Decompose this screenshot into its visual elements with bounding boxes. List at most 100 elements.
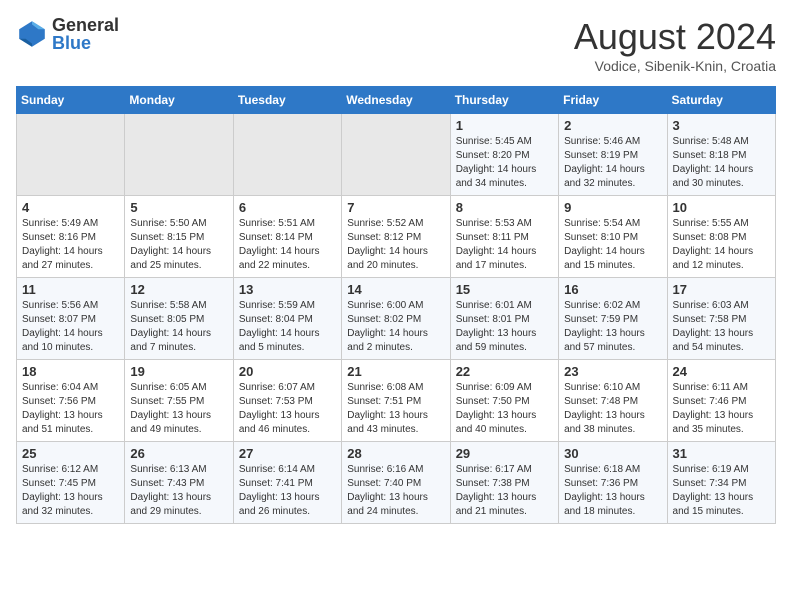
- calendar-week-row: 18Sunrise: 6:04 AMSunset: 7:56 PMDayligh…: [17, 360, 776, 442]
- calendar-week-row: 25Sunrise: 6:12 AMSunset: 7:45 PMDayligh…: [17, 442, 776, 524]
- calendar-cell: 4Sunrise: 5:49 AMSunset: 8:16 PMDaylight…: [17, 196, 125, 278]
- cell-text: and 21 minutes.: [456, 505, 553, 519]
- cell-text: and 49 minutes.: [130, 423, 227, 437]
- day-number: 13: [239, 282, 336, 297]
- logo: General Blue: [16, 16, 119, 52]
- cell-text: Daylight: 13 hours: [456, 327, 553, 341]
- logo-general-text: General: [52, 16, 119, 34]
- cell-text: and 29 minutes.: [130, 505, 227, 519]
- cell-text: Daylight: 14 hours: [239, 327, 336, 341]
- calendar-cell: 2Sunrise: 5:46 AMSunset: 8:19 PMDaylight…: [559, 114, 667, 196]
- day-number: 8: [456, 200, 553, 215]
- calendar-cell: 27Sunrise: 6:14 AMSunset: 7:41 PMDayligh…: [233, 442, 341, 524]
- cell-text: and 46 minutes.: [239, 423, 336, 437]
- day-number: 18: [22, 364, 119, 379]
- calendar-cell: 29Sunrise: 6:17 AMSunset: 7:38 PMDayligh…: [450, 442, 558, 524]
- cell-text: and 30 minutes.: [673, 177, 770, 191]
- cell-text: Daylight: 14 hours: [456, 163, 553, 177]
- cell-text: Sunset: 7:51 PM: [347, 395, 444, 409]
- cell-text: Sunrise: 6:18 AM: [564, 463, 661, 477]
- cell-text: Sunset: 8:11 PM: [456, 231, 553, 245]
- day-number: 23: [564, 364, 661, 379]
- calendar-week-row: 1Sunrise: 5:45 AMSunset: 8:20 PMDaylight…: [17, 114, 776, 196]
- cell-text: Sunset: 7:45 PM: [22, 477, 119, 491]
- cell-text: Daylight: 13 hours: [347, 409, 444, 423]
- cell-text: Daylight: 13 hours: [673, 491, 770, 505]
- cell-text: Daylight: 13 hours: [564, 327, 661, 341]
- cell-text: Daylight: 14 hours: [673, 245, 770, 259]
- cell-text: Sunrise: 6:13 AM: [130, 463, 227, 477]
- calendar-cell: 26Sunrise: 6:13 AMSunset: 7:43 PMDayligh…: [125, 442, 233, 524]
- cell-text: Sunrise: 6:05 AM: [130, 381, 227, 395]
- cell-text: Daylight: 14 hours: [347, 327, 444, 341]
- weekday-header: Wednesday: [342, 87, 450, 114]
- cell-text: Sunset: 7:59 PM: [564, 313, 661, 327]
- cell-text: Daylight: 14 hours: [564, 245, 661, 259]
- day-number: 12: [130, 282, 227, 297]
- weekday-header: Friday: [559, 87, 667, 114]
- calendar-cell: 23Sunrise: 6:10 AMSunset: 7:48 PMDayligh…: [559, 360, 667, 442]
- calendar-cell: 16Sunrise: 6:02 AMSunset: 7:59 PMDayligh…: [559, 278, 667, 360]
- calendar-cell: 9Sunrise: 5:54 AMSunset: 8:10 PMDaylight…: [559, 196, 667, 278]
- cell-text: Sunset: 8:20 PM: [456, 149, 553, 163]
- cell-text: Sunset: 8:14 PM: [239, 231, 336, 245]
- cell-text: Daylight: 13 hours: [239, 491, 336, 505]
- day-number: 25: [22, 446, 119, 461]
- cell-text: and 32 minutes.: [564, 177, 661, 191]
- calendar-cell: 24Sunrise: 6:11 AMSunset: 7:46 PMDayligh…: [667, 360, 775, 442]
- cell-text: Daylight: 13 hours: [456, 491, 553, 505]
- cell-text: Sunrise: 6:00 AM: [347, 299, 444, 313]
- calendar-cell: 11Sunrise: 5:56 AMSunset: 8:07 PMDayligh…: [17, 278, 125, 360]
- cell-text: Daylight: 13 hours: [673, 327, 770, 341]
- cell-text: Sunrise: 5:54 AM: [564, 217, 661, 231]
- day-number: 16: [564, 282, 661, 297]
- cell-text: and 15 minutes.: [564, 259, 661, 273]
- calendar-cell: 15Sunrise: 6:01 AMSunset: 8:01 PMDayligh…: [450, 278, 558, 360]
- calendar-cell: 12Sunrise: 5:58 AMSunset: 8:05 PMDayligh…: [125, 278, 233, 360]
- cell-text: Daylight: 13 hours: [456, 409, 553, 423]
- cell-text: Daylight: 13 hours: [347, 491, 444, 505]
- calendar-week-row: 11Sunrise: 5:56 AMSunset: 8:07 PMDayligh…: [17, 278, 776, 360]
- cell-text: and 25 minutes.: [130, 259, 227, 273]
- cell-text: Sunrise: 5:46 AM: [564, 135, 661, 149]
- cell-text: Sunset: 7:58 PM: [673, 313, 770, 327]
- cell-text: and 20 minutes.: [347, 259, 444, 273]
- weekday-header: Tuesday: [233, 87, 341, 114]
- cell-text: Daylight: 13 hours: [239, 409, 336, 423]
- calendar-cell: 28Sunrise: 6:16 AMSunset: 7:40 PMDayligh…: [342, 442, 450, 524]
- calendar-cell: [17, 114, 125, 196]
- calendar-cell: 3Sunrise: 5:48 AMSunset: 8:18 PMDaylight…: [667, 114, 775, 196]
- calendar-cell: 13Sunrise: 5:59 AMSunset: 8:04 PMDayligh…: [233, 278, 341, 360]
- calendar-cell: 14Sunrise: 6:00 AMSunset: 8:02 PMDayligh…: [342, 278, 450, 360]
- weekday-header: Monday: [125, 87, 233, 114]
- cell-text: Sunset: 7:38 PM: [456, 477, 553, 491]
- cell-text: Sunrise: 5:45 AM: [456, 135, 553, 149]
- calendar-cell: 18Sunrise: 6:04 AMSunset: 7:56 PMDayligh…: [17, 360, 125, 442]
- cell-text: Sunset: 8:05 PM: [130, 313, 227, 327]
- day-number: 19: [130, 364, 227, 379]
- calendar-cell: 10Sunrise: 5:55 AMSunset: 8:08 PMDayligh…: [667, 196, 775, 278]
- calendar-cell: 31Sunrise: 6:19 AMSunset: 7:34 PMDayligh…: [667, 442, 775, 524]
- day-number: 4: [22, 200, 119, 215]
- calendar-cell: 25Sunrise: 6:12 AMSunset: 7:45 PMDayligh…: [17, 442, 125, 524]
- cell-text: Daylight: 13 hours: [130, 409, 227, 423]
- cell-text: Sunset: 8:19 PM: [564, 149, 661, 163]
- calendar-cell: 7Sunrise: 5:52 AMSunset: 8:12 PMDaylight…: [342, 196, 450, 278]
- cell-text: Sunset: 8:07 PM: [22, 313, 119, 327]
- cell-text: Daylight: 14 hours: [22, 327, 119, 341]
- cell-text: and 32 minutes.: [22, 505, 119, 519]
- calendar-body: 1Sunrise: 5:45 AMSunset: 8:20 PMDaylight…: [17, 114, 776, 524]
- calendar-header: SundayMondayTuesdayWednesdayThursdayFrid…: [17, 87, 776, 114]
- cell-text: Sunrise: 6:01 AM: [456, 299, 553, 313]
- cell-text: and 24 minutes.: [347, 505, 444, 519]
- cell-text: Sunrise: 6:19 AM: [673, 463, 770, 477]
- calendar-cell: 5Sunrise: 5:50 AMSunset: 8:15 PMDaylight…: [125, 196, 233, 278]
- cell-text: and 7 minutes.: [130, 341, 227, 355]
- day-number: 2: [564, 118, 661, 133]
- cell-text: Sunrise: 5:55 AM: [673, 217, 770, 231]
- day-number: 26: [130, 446, 227, 461]
- cell-text: Sunrise: 6:07 AM: [239, 381, 336, 395]
- day-number: 10: [673, 200, 770, 215]
- cell-text: and 40 minutes.: [456, 423, 553, 437]
- cell-text: Sunset: 8:16 PM: [22, 231, 119, 245]
